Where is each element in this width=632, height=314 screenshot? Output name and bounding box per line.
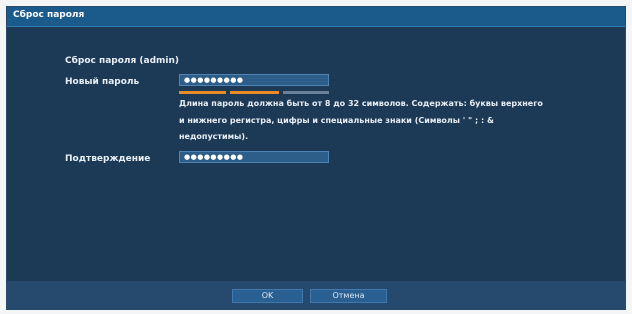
confirm-password-field[interactable]: ●●●●●●●●● bbox=[179, 151, 329, 163]
ok-button[interactable]: OK bbox=[232, 289, 303, 303]
strength-meter-segment-1 bbox=[179, 91, 226, 94]
dialog-heading: Сброс пароля (admin) bbox=[65, 56, 180, 66]
reset-password-dialog: Сброс пароля Сброс пароля (admin) Новый … bbox=[6, 6, 626, 310]
dialog-title: Сброс пароля bbox=[13, 10, 85, 20]
new-password-label: Новый пароль bbox=[65, 77, 140, 87]
strength-meter-segment-2 bbox=[230, 91, 279, 94]
cancel-button[interactable]: Отмена bbox=[310, 289, 387, 303]
confirm-password-label: Подтверждение bbox=[65, 154, 151, 164]
strength-meter-segment-3 bbox=[283, 91, 329, 94]
new-password-field[interactable]: ●●●●●●●●● bbox=[179, 74, 329, 86]
dialog-titlebar: Сброс пароля bbox=[7, 7, 625, 27]
password-requirements-hint: Длина пароль должна быть от 8 до 32 симв… bbox=[179, 99, 543, 141]
